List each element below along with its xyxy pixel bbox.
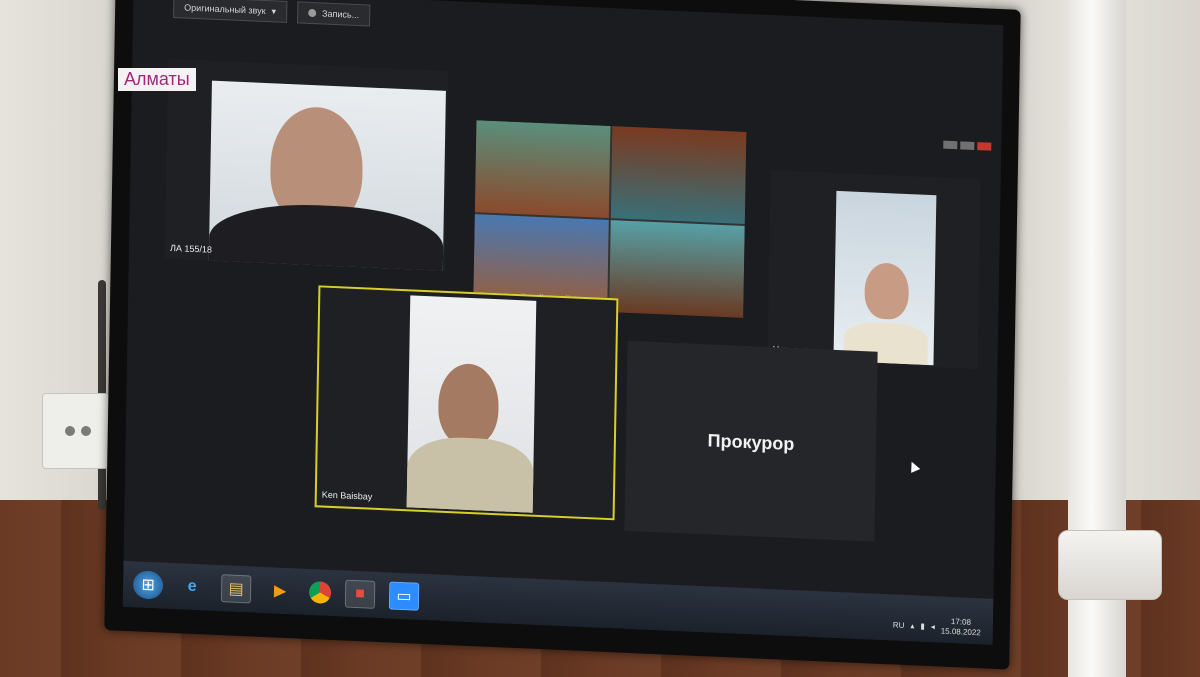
video-conference-screen: Оригинальный звук ▾ Запись... ЛА 155/18	[122, 0, 1004, 645]
participant-tile[interactable]: Наталья	[767, 170, 981, 370]
record-label: Запись...	[322, 8, 360, 21]
participant-tile[interactable]: ЛА 155/18	[164, 58, 449, 271]
chrome-icon[interactable]	[308, 580, 332, 604]
system-tray: RU ▴ ▮ ◂ 17:08 15.08.2022	[893, 614, 981, 638]
media-player-icon[interactable]: ▶	[265, 576, 295, 605]
original-sound-label: Оригинальный звук	[184, 2, 266, 16]
start-orb-icon[interactable]: ⊞	[132, 570, 164, 600]
record-icon	[308, 8, 317, 18]
maximize-icon[interactable]	[960, 141, 975, 150]
participant-video	[833, 190, 937, 366]
close-icon[interactable]	[977, 142, 992, 151]
city-caption: Алматы	[118, 68, 196, 91]
record-button[interactable]: Запись...	[296, 1, 371, 27]
participant-face	[864, 262, 910, 321]
courtroom-camera	[609, 220, 745, 318]
clock[interactable]: 17:08 15.08.2022	[941, 617, 981, 639]
tray-arrow-icon[interactable]: ▴	[910, 621, 914, 630]
mouse-cursor-icon	[907, 459, 921, 473]
clock-date: 15.08.2022	[940, 626, 981, 638]
language-indicator[interactable]: RU	[893, 620, 905, 629]
participant-tile[interactable]: Прокурор	[624, 340, 878, 542]
participant-tile-active-speaker[interactable]: Ken Baisbay	[314, 285, 619, 521]
network-icon[interactable]: ▮	[920, 621, 925, 630]
chevron-down-icon[interactable]: ▾	[271, 6, 277, 17]
participant-name: Ken Baisbay	[321, 489, 373, 502]
zoom-icon[interactable]: ▭	[388, 581, 420, 611]
participant-name-large: Прокурор	[707, 430, 795, 455]
participant-body	[208, 200, 444, 271]
participant-face	[437, 362, 500, 448]
tv-monitor: Оригинальный звук ▾ Запись... ЛА 155/18	[104, 0, 1021, 670]
volume-icon[interactable]: ◂	[931, 622, 935, 631]
app-toolbar: Оригинальный звук ▾ Запись...	[173, 0, 371, 34]
courtroom-camera	[610, 126, 747, 224]
participant-name: ЛА 155/18	[169, 242, 213, 255]
participant-body	[406, 435, 534, 513]
internet-explorer-icon[interactable]: e	[177, 572, 207, 601]
courtroom-camera	[474, 120, 611, 219]
participant-video	[208, 80, 446, 271]
participant-tile[interactable]: Алатауский районный суд	[473, 120, 747, 318]
file-explorer-icon[interactable]: ▤	[220, 574, 252, 604]
wall-outlet	[42, 393, 110, 469]
pipe-clamp	[1058, 530, 1162, 600]
participant-video	[406, 295, 537, 513]
minimize-icon[interactable]	[943, 140, 958, 150]
app-icon[interactable]: ■	[344, 579, 376, 609]
window-controls	[943, 140, 992, 151]
original-sound-button[interactable]: Оригинальный звук ▾	[173, 0, 288, 23]
windows-taskbar: ⊞ e ▤ ▶ ■ ▭ RU ▴ ▮ ◂ 17:08 15.08.2022	[122, 560, 994, 645]
